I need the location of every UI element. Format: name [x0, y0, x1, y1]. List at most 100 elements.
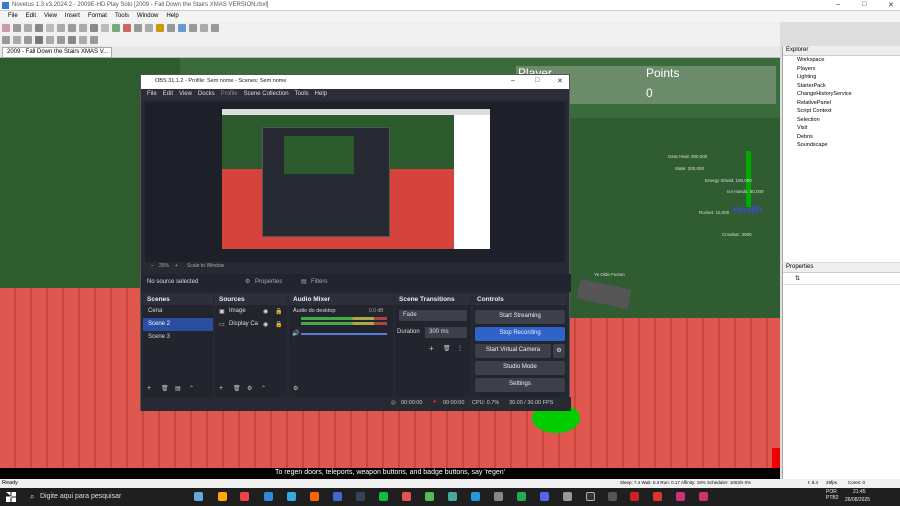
taskbar-app-icon[interactable]	[425, 492, 434, 501]
clock-time[interactable]: 21:45	[853, 489, 866, 495]
scene-item[interactable]: Cena	[143, 305, 213, 318]
tree-item[interactable]: Selection	[797, 116, 900, 125]
taskbar-app-icon[interactable]	[333, 492, 342, 501]
obs-close-icon[interactable]: ✕	[557, 77, 563, 85]
mixer-settings-icon[interactable]: ⚙	[293, 385, 298, 392]
language-indicator[interactable]: POR PTB2	[826, 489, 844, 501]
add-icon[interactable]: +	[429, 344, 434, 353]
filters-button[interactable]: Filters	[311, 279, 327, 285]
obs-menu-item[interactable]: Docks	[198, 91, 215, 97]
chrome-icon[interactable]	[240, 492, 249, 501]
speaker-icon[interactable]: 🔊	[292, 330, 299, 337]
steam-icon[interactable]	[356, 492, 365, 501]
obs-icon[interactable]	[586, 492, 595, 501]
obs-menu-item[interactable]: Edit	[163, 91, 173, 97]
taskbar-app-icon[interactable]	[653, 492, 662, 501]
taskbar-app-icon[interactable]	[264, 492, 273, 501]
menu-insert[interactable]: Insert	[65, 13, 80, 19]
eye-icon[interactable]: ◉	[263, 308, 268, 315]
lock-icon[interactable]: 🔒	[275, 321, 282, 328]
volume-slider[interactable]	[301, 333, 387, 335]
properties-button[interactable]: Properties	[255, 279, 282, 285]
taskbar-app-icon[interactable]	[630, 492, 639, 501]
edge-icon[interactable]	[287, 492, 296, 501]
clock-date[interactable]: 26/08/2025	[845, 497, 870, 503]
settings-button[interactable]: Settings	[475, 378, 565, 392]
obs-minimize-icon[interactable]: –	[511, 77, 515, 84]
tree-item[interactable]: ChangeHistoryService	[797, 90, 900, 99]
taskbar-app-icon[interactable]	[448, 492, 457, 501]
taskbar-app-icon[interactable]	[379, 492, 388, 501]
obs-menu-item[interactable]: Scene Collection	[244, 91, 289, 97]
add-icon[interactable]: +	[219, 385, 223, 392]
taskbar-app-icon[interactable]	[471, 492, 480, 501]
obs-menu-item[interactable]: File	[147, 91, 157, 97]
transition-select[interactable]: Fade	[399, 310, 467, 321]
taskbar-app-icon[interactable]	[676, 492, 685, 501]
tree-item[interactable]: Workspace	[797, 56, 900, 65]
menu-edit[interactable]: Edit	[26, 13, 36, 19]
add-icon[interactable]: +	[147, 385, 151, 392]
filter-icon[interactable]: ▤	[175, 385, 181, 392]
obs-menu-item[interactable]: Tools	[295, 91, 309, 97]
menu-view[interactable]: View	[44, 13, 57, 19]
menu-help[interactable]: Help	[166, 13, 178, 19]
stop-recording-button[interactable]: Stop Recording	[475, 327, 565, 341]
start-virtual-camera-button[interactable]: Start Virtual Camera	[475, 344, 551, 358]
minimize-icon[interactable]: –	[836, 1, 840, 8]
tree-item[interactable]: Debris	[797, 133, 900, 142]
trash-icon[interactable]: 🗑	[443, 345, 451, 352]
tree-item[interactable]: Visit	[797, 124, 900, 133]
taskbar-search[interactable]: Digite aqui para pesquisar	[24, 489, 180, 505]
virtual-camera-settings-icon[interactable]: ⚙	[553, 344, 565, 358]
menu-file[interactable]: File	[8, 13, 18, 19]
obs-menu-item[interactable]: View	[179, 91, 192, 97]
lock-icon[interactable]: 🔒	[275, 308, 282, 315]
tree-item[interactable]: Soundscape	[797, 141, 900, 150]
sort-icon[interactable]: ⇅	[783, 273, 900, 285]
menu-format[interactable]: Format	[88, 13, 107, 19]
taskbar-app-icon[interactable]	[608, 492, 617, 501]
duration-input[interactable]: 300 ms	[425, 327, 467, 338]
obs-menu-item[interactable]: Profile	[221, 91, 238, 97]
properties-title: Properties	[783, 263, 900, 273]
tree-item[interactable]: RelativePanel	[797, 99, 900, 108]
game-sign: Rocket: 15,000	[699, 210, 730, 215]
move-up-icon[interactable]: ⌃	[189, 385, 194, 392]
zoom-in-icon[interactable]: +	[175, 263, 178, 269]
trash-icon[interactable]: 🗑	[161, 385, 169, 392]
taskbar-app-icon[interactable]	[402, 492, 411, 501]
trash-icon[interactable]: 🗑	[233, 385, 241, 392]
close-icon[interactable]: ✕	[888, 1, 894, 9]
scale-mode[interactable]: Scale to Window	[187, 263, 224, 269]
toolbar-top	[0, 22, 780, 34]
tree-item[interactable]: Script Context	[797, 107, 900, 116]
menu-tools[interactable]: Tools	[115, 13, 129, 19]
zoom-out-icon[interactable]: –	[151, 263, 154, 269]
firefox-icon[interactable]	[310, 492, 319, 501]
tree-item[interactable]: Lighting	[797, 73, 900, 82]
taskbar-app-icon[interactable]	[699, 492, 708, 501]
tree-item[interactable]: StarterPack	[797, 82, 900, 91]
obs-menu-item[interactable]: Help	[315, 91, 327, 97]
discord-icon[interactable]	[540, 492, 549, 501]
taskbar-app-icon[interactable]	[194, 492, 203, 501]
taskbar-app-icon[interactable]	[563, 492, 572, 501]
tree-item[interactable]: Players	[797, 65, 900, 74]
obs-preview[interactable]	[145, 102, 565, 262]
taskbar-app-icon[interactable]	[218, 492, 227, 501]
obs-maximize-icon[interactable]: □	[535, 77, 539, 84]
document-tab[interactable]: 2009 - Fall Down the Stairs XMAS V...	[2, 47, 112, 58]
maximize-icon[interactable]: □	[862, 1, 866, 8]
menu-window[interactable]: Window	[137, 13, 158, 19]
taskbar-app-icon[interactable]	[517, 492, 526, 501]
start-streaming-button[interactable]: Start Streaming	[475, 310, 565, 324]
studio-mode-button[interactable]: Studio Mode	[475, 361, 565, 375]
scene-item[interactable]: Scene 2	[143, 318, 213, 331]
taskbar-app-icon[interactable]	[494, 492, 503, 501]
gear-icon[interactable]: ⚙	[247, 385, 252, 392]
scene-item[interactable]: Scene 3	[143, 331, 213, 344]
more-icon[interactable]: ⋮	[457, 345, 463, 352]
eye-icon[interactable]: ◉	[263, 321, 268, 328]
move-up-icon[interactable]: ⌃	[261, 385, 266, 392]
